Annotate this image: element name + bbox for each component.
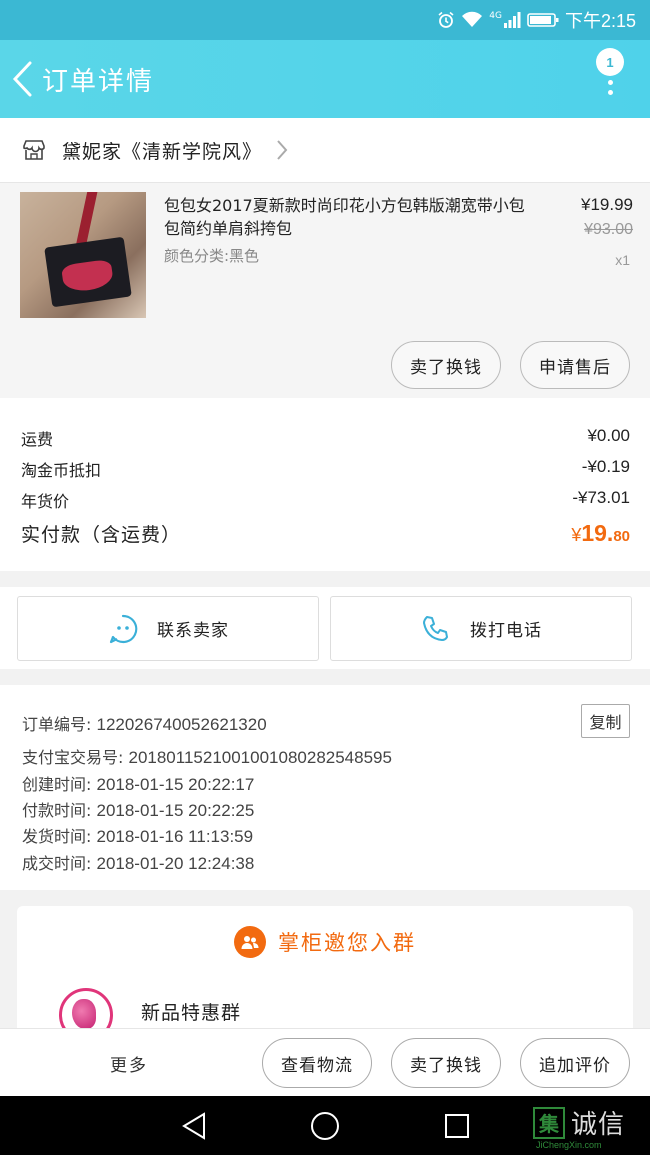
more-dots-icon (607, 80, 613, 95)
system-nav-bar: 集 诚信 JiChengXin.com (0, 1096, 650, 1155)
group-icon (234, 926, 266, 958)
contact-seller-button[interactable]: 联系卖家 (17, 596, 319, 661)
alipay-row: 支付宝交易号: 2018011521001001080282548595 (22, 748, 392, 767)
circle-home-icon (311, 1112, 339, 1140)
product-quantity: x1 (615, 252, 630, 268)
alipay-number: 2018011521001001080282548595 (128, 748, 392, 767)
product-price: ¥19.99 (581, 195, 633, 214)
shop-row[interactable]: 黛妮家《清新学院风》 (0, 118, 650, 183)
chevron-left-icon (12, 61, 32, 97)
shipped-row: 发货时间: 2018-01-16 11:13:59 (22, 827, 254, 846)
call-button[interactable]: 拨打电话 (330, 596, 632, 661)
sell-exchange-bottom-button[interactable]: 卖了换钱 (391, 1038, 501, 1088)
holiday-price-row: 年货价 -¥73.01 (21, 488, 630, 512)
back-button[interactable] (2, 40, 42, 118)
alarm-icon (437, 11, 455, 29)
nav-bar: 订单详情 1 (0, 40, 650, 118)
group-invite-heading: 掌柜邀您入群 (17, 926, 633, 958)
coin-discount-row: 淘金币抵扣 -¥0.19 (21, 457, 630, 481)
group-name: 新品特惠群 (141, 1002, 242, 1024)
watermark: 集 诚信 (533, 1104, 625, 1141)
view-logistics-button[interactable]: 查看物流 (262, 1038, 372, 1088)
paid-time: 2018-01-15 20:22:25 (96, 801, 255, 820)
product-original-price: ¥93.00 (584, 221, 633, 238)
shop-name: 黛妮家《清新学院风》 (62, 140, 263, 163)
more-menu-button[interactable]: 1 (592, 48, 628, 108)
watermark-url: JiChengXin.com (536, 1140, 602, 1150)
page-title: 订单详情 (42, 66, 155, 97)
add-review-button[interactable]: 追加评价 (520, 1038, 630, 1088)
more-button[interactable]: 更多 (110, 1051, 148, 1076)
status-bar: 4G 下午2:15 (0, 0, 650, 40)
created-row: 创建时间: 2018-01-15 20:22:17 (22, 775, 255, 794)
network-type: 4G (489, 11, 502, 21)
shipping-label: 运费 (21, 430, 54, 449)
wifi-icon (461, 11, 483, 29)
store-icon (22, 138, 46, 162)
order-info: 订单编号: 122026740052621320 复制 支付宝交易号: 2018… (0, 685, 650, 890)
created-time: 2018-01-15 20:22:17 (96, 775, 255, 794)
contact-section: 联系卖家 拨打电话 (0, 587, 650, 669)
watermark-text: 诚信 (571, 1110, 626, 1140)
system-home-button[interactable] (309, 1110, 341, 1142)
sell-exchange-button[interactable]: 卖了换钱 (391, 341, 501, 389)
system-back-button[interactable] (178, 1110, 210, 1142)
chevron-right-icon (276, 139, 288, 161)
shipped-time: 2018-01-16 11:13:59 (96, 827, 254, 846)
after-sale-button[interactable]: 申请售后 (520, 341, 630, 389)
completed-time: 2018-01-20 12:24:38 (96, 854, 255, 873)
shipping-value: ¥0.00 (587, 426, 630, 445)
call-label: 拨打电话 (470, 621, 542, 641)
system-recents-button[interactable] (441, 1110, 473, 1142)
copy-button[interactable]: 复制 (581, 704, 630, 738)
watermark-logo: 集 (533, 1106, 565, 1139)
notification-badge: 1 (596, 48, 624, 76)
holiday-price-label: 年货价 (21, 492, 70, 511)
total-label: 实付款（含运费） (21, 524, 182, 546)
coin-discount-value: -¥0.19 (581, 457, 630, 476)
completed-row: 成交时间: 2018-01-20 12:24:38 (22, 854, 255, 873)
paid-row: 付款时间: 2018-01-15 20:22:25 (22, 801, 255, 820)
square-recents-icon (445, 1114, 469, 1138)
holiday-price-value: -¥73.01 (572, 488, 630, 507)
signal-icon: 4G (489, 11, 521, 29)
battery-icon (527, 12, 559, 28)
chat-face-icon (109, 614, 138, 643)
triangle-back-icon (182, 1112, 205, 1140)
status-time: 下午2:15 (564, 11, 636, 31)
product-sku: 颜色分类:黑色 (164, 247, 260, 265)
order-number: 122026740052621320 (96, 715, 267, 734)
coin-discount-label: 淘金币抵扣 (21, 461, 102, 480)
order-number-row: 订单编号: 122026740052621320 (22, 715, 267, 734)
shipping-row: 运费 ¥0.00 (21, 426, 630, 450)
product-image[interactable] (20, 192, 146, 318)
product-card[interactable]: 包包女2017夏新款时尚印花小方包韩版潮宽带小包包简约单肩斜挎包 颜色分类:黑色… (0, 183, 650, 398)
product-title: 包包女2017夏新款时尚印花小方包韩版潮宽带小包包简约单肩斜挎包 (164, 196, 525, 238)
total-row: 实付款（含运费） ¥19.80 (21, 520, 630, 547)
cost-summary: 运费 ¥0.00 淘金币抵扣 -¥0.19 年货价 -¥73.01 实付款（含运… (0, 398, 650, 571)
bottom-action-bar: 更多 查看物流 卖了换钱 追加评价 (0, 1028, 650, 1096)
contact-seller-label: 联系卖家 (157, 621, 229, 641)
phone-icon (423, 615, 448, 641)
total-value: ¥19.80 (571, 520, 630, 546)
